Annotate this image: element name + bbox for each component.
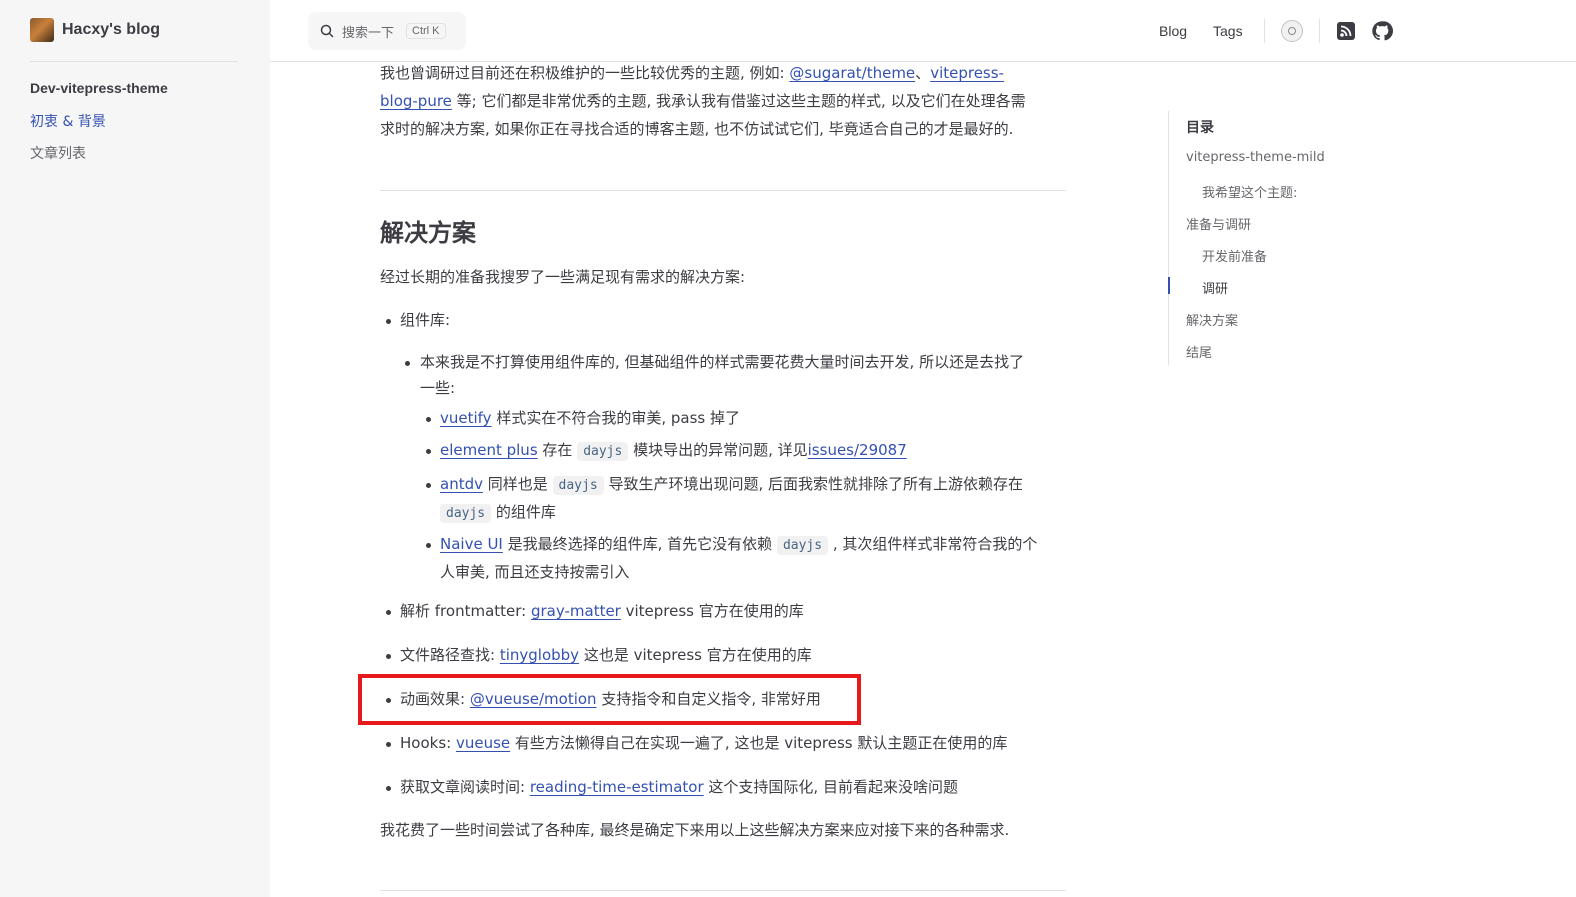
link-tinyglobby[interactable]: tinyglobby: [500, 646, 579, 664]
reason-text: 一些:: [420, 379, 456, 397]
list-item-vuetify: vuetify 样式实在不符合我的审美, pass 掉了: [440, 405, 740, 431]
sidebar-item-article-list[interactable]: 文章列表: [30, 143, 86, 163]
item-text: , 其次组件样式非常符合我的个: [828, 535, 1038, 553]
bullet: [426, 449, 431, 454]
nav-separator: [1264, 19, 1265, 43]
item-label: 解析 frontmatter:: [400, 602, 531, 620]
nav-tags[interactable]: Tags: [1213, 23, 1243, 39]
list-item-naive-ui: Naive UI 是我最终选择的组件库, 首先它没有依赖 dayjs , 其次组…: [440, 531, 1066, 585]
site-logo: [30, 18, 54, 42]
link-sugarat-theme[interactable]: @sugarat/theme: [789, 64, 915, 82]
item-text: 同样也是: [482, 475, 553, 493]
sidebar-divider: [30, 61, 238, 62]
bullet: [426, 543, 431, 548]
reason-text: 本来我是不打算使用组件库的, 但基础组件的样式需要花费大量时间去开发, 所以还是…: [420, 353, 1025, 371]
search-placeholder: 搜索一下: [342, 25, 395, 41]
bullet: [386, 654, 391, 659]
inline-code: dayjs: [577, 442, 629, 461]
conclusion-paragraph: 我花费了一些时间尝试了各种库, 最终是确定下来用以上这些解决方案来应对接下来的各…: [380, 821, 1010, 839]
toc-item-solutions[interactable]: 解决方案: [1186, 310, 1238, 329]
site-title[interactable]: Hacxy's blog: [62, 21, 160, 39]
list-item-component-lib: 组件库:: [400, 311, 451, 329]
inline-code: dayjs: [776, 536, 829, 555]
item-text: 是我最终选择的组件库, 首先它没有依赖: [502, 535, 777, 553]
item-text: 存在: [537, 441, 578, 459]
item-text: 样式实在不符合我的审美, pass 掉了: [491, 409, 740, 427]
intro-text: 我也曾调研过目前还在积极维护的一些比较优秀的主题, 例如:: [380, 64, 790, 82]
section-divider: [380, 190, 1066, 191]
toc-active-marker: [1168, 277, 1170, 294]
bullet: [405, 361, 410, 366]
link-part: vitepress-: [930, 64, 1004, 82]
list-item-reading-time: 获取文章阅读时间: reading-time-estimator 这个支持国际化…: [400, 774, 958, 800]
link-gray-matter[interactable]: gray-matter: [531, 602, 621, 620]
link-vueuse[interactable]: vueuse: [456, 734, 510, 752]
nav-blog[interactable]: Blog: [1159, 23, 1187, 39]
bullet: [386, 319, 391, 324]
list-item-element-plus: element plus 存在 dayjs 模块导出的异常问题, 详见issue…: [440, 437, 907, 465]
section-heading: 解决方案: [380, 219, 476, 247]
link-element-plus[interactable]: element plus: [440, 441, 538, 459]
search-icon: [320, 24, 334, 38]
search-shortcut: Ctrl K: [406, 23, 446, 39]
toc-item-wishes[interactable]: 我希望这个主题:: [1202, 182, 1297, 201]
theme-toggle-icon[interactable]: [1281, 20, 1303, 42]
toc-title: 目录: [1186, 120, 1214, 136]
bullet: [426, 483, 431, 488]
link-antdv[interactable]: antdv: [440, 475, 483, 493]
item-text: 模块导出的异常问题, 详见: [628, 441, 808, 459]
toc-item-before-dev[interactable]: 开发前准备: [1202, 246, 1267, 265]
rss-icon[interactable]: [1336, 21, 1356, 41]
sidebar-group-title: Dev-vitepress-theme: [30, 80, 168, 96]
item-text: 这个支持国际化, 目前看起来没啥问题: [703, 778, 958, 796]
item-text: vitepress 官方在使用的库: [620, 602, 804, 620]
inline-code: dayjs: [552, 476, 604, 495]
toc-item-ending[interactable]: 结尾: [1186, 342, 1212, 361]
top-navbar: 搜索一下 Ctrl K Blog Tags: [270, 0, 1576, 62]
sidebar: Hacxy's blog Dev-vitepress-theme 初衷 & 背景…: [0, 0, 270, 897]
sidebar-item-background[interactable]: 初衷 & 背景: [30, 111, 106, 131]
link-reading-time-estimator[interactable]: reading-time-estimator: [530, 778, 704, 796]
list-item-glob: 文件路径查找: tinyglobby 这也是 vitepress 官方在使用的库: [400, 642, 812, 668]
link-vuetify[interactable]: vuetify: [440, 409, 492, 427]
inline-code: dayjs: [440, 504, 492, 523]
section-lead: 经过长期的准备我搜罗了一些满足现有需求的解决方案:: [380, 268, 746, 286]
section-divider: [380, 890, 1066, 891]
toc-item-vitepress-theme-mild[interactable]: vitepress-theme-mild: [1186, 150, 1325, 165]
intro-text: 等; 它们都是非常优秀的主题, 我承认我有借鉴过这些主题的样式, 以及它们在处理…: [451, 92, 1026, 110]
item-label: Hooks:: [400, 734, 456, 752]
list-item-component-reason: 本来我是不打算使用组件库的, 但基础组件的样式需要花费大量时间去开发, 所以还是…: [420, 349, 1066, 401]
bullet: [386, 742, 391, 747]
item-text: 有些方法懒得自己在实现一遍了, 这也是 vitepress 默认主题正在使用的库: [510, 734, 1008, 752]
highlight-annotation-box: [358, 674, 861, 725]
intro-paragraph: 我也曾调研过目前还在积极维护的一些比较优秀的主题, 例如: @sugarat/t…: [380, 59, 1066, 143]
search-button[interactable]: 搜索一下 Ctrl K: [308, 12, 466, 50]
link-part: blog-pure: [380, 92, 452, 110]
bullet: [386, 610, 391, 615]
nav-separator: [1319, 19, 1320, 43]
item-text: 导致生产环境出现问题, 后面我索性就排除了所有上游依赖存在: [603, 475, 1023, 493]
toc-item-preparation[interactable]: 准备与调研: [1186, 214, 1251, 233]
bullet: [426, 417, 431, 422]
list-item-hooks: Hooks: vueuse 有些方法懒得自己在实现一遍了, 这也是 vitepr…: [400, 730, 1007, 756]
item-text: 这也是 vitepress 官方在使用的库: [579, 646, 812, 664]
link-naive-ui[interactable]: Naive UI: [440, 535, 503, 553]
toc-track: [1168, 111, 1169, 365]
item-text: 人审美, 而且还支持按需引入: [440, 563, 630, 581]
item-label: 文件路径查找:: [400, 646, 500, 664]
list-item-frontmatter: 解析 frontmatter: gray-matter vitepress 官方…: [400, 598, 804, 624]
bullet: [386, 786, 391, 791]
intro-text: 求时的解决方案, 如果你正在寻找合适的博客主题, 也不仿试试它们, 毕竟适合自己…: [380, 120, 1014, 138]
item-label: 获取文章阅读时间:: [400, 778, 530, 796]
intro-separator: 、: [915, 64, 931, 82]
item-text: 的组件库: [491, 503, 556, 521]
toc-item-research[interactable]: 调研: [1202, 278, 1228, 297]
link-issue-29087[interactable]: issues/29087: [808, 441, 907, 459]
list-item-antdv: antdv 同样也是 dayjs 导致生产环境出现问题, 后面我索性就排除了所有…: [440, 471, 1066, 527]
github-icon[interactable]: [1371, 20, 1393, 42]
site-brand[interactable]: Hacxy's blog: [30, 18, 160, 42]
